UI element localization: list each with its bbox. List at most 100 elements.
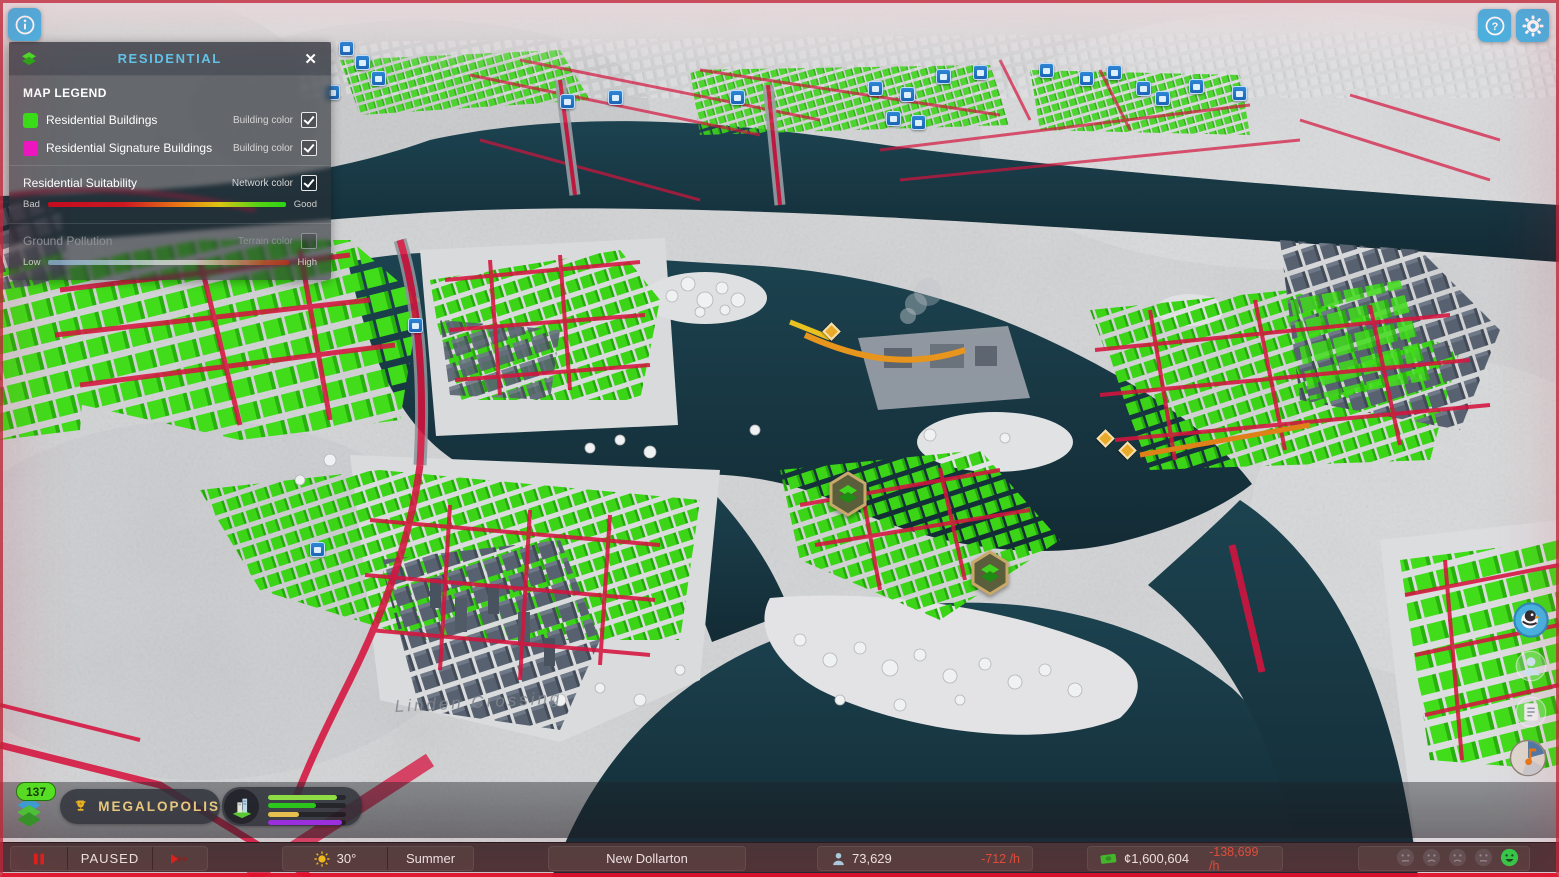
milestone-name-label: MEGALOPOLIS — [98, 799, 220, 814]
play-speed-icon — [171, 853, 188, 864]
happiness-face — [1422, 848, 1441, 870]
money-icon — [1100, 853, 1117, 864]
population-value: 73,629 — [852, 851, 892, 866]
suitability-gradient-bar — [47, 202, 286, 207]
help-button[interactable]: ? — [1478, 9, 1511, 42]
infoview-legend-panel: RESIDENTIAL ✕ MAP LEGEND Residential Bui… — [9, 42, 331, 280]
building-notification-icon[interactable] — [868, 81, 883, 96]
chirper-icon — [1513, 602, 1549, 638]
weather-widget[interactable]: 30° Summer — [282, 846, 474, 871]
city-name-widget[interactable]: New Dollarton — [548, 846, 746, 871]
journal-icon — [1515, 696, 1547, 728]
building-notification-icon[interactable] — [310, 542, 325, 557]
money-trend: -138,699 /h — [1209, 846, 1259, 871]
building-notification-icon[interactable] — [973, 65, 988, 80]
happiness-face-active — [1500, 848, 1519, 870]
pause-button[interactable] — [11, 847, 67, 870]
status-bar: PAUSED 30° Summer New Dollarton 73,629 -… — [0, 842, 1559, 872]
building-notification-icon[interactable] — [371, 71, 386, 86]
pollution-scale: Low High — [9, 255, 331, 280]
legend-row-label: Residential Buildings — [46, 113, 158, 127]
building-notification-icon[interactable] — [936, 69, 951, 84]
city-milestone-title[interactable]: MEGALOPOLIS — [60, 789, 220, 824]
signature-buildings-checkbox[interactable] — [301, 140, 317, 156]
population-widget[interactable]: 73,629 -712 /h — [817, 846, 1033, 871]
side-button-citizen-lifepath[interactable] — [1515, 650, 1547, 682]
demand-bar-0 — [268, 794, 346, 800]
citizen-lifepath-icon — [1515, 650, 1547, 682]
scale-min-label: Low — [23, 257, 41, 268]
city-name: New Dollarton — [606, 851, 688, 866]
svg-text:?: ? — [1491, 21, 1498, 33]
residential-swatch — [23, 112, 38, 128]
legend-row-type: Network color — [231, 177, 293, 189]
close-button[interactable]: ✕ — [300, 48, 321, 70]
legend-row-type: Terrain color — [237, 235, 293, 247]
building-notification-icon[interactable] — [1039, 63, 1054, 78]
sim-speed-button[interactable] — [153, 847, 207, 870]
info-view-button[interactable] — [8, 8, 41, 41]
scale-min-label: Bad — [23, 199, 40, 210]
building-notification-icon[interactable] — [1155, 91, 1170, 106]
population-cell: 73,629 — [818, 847, 902, 870]
zoning-demand-widget[interactable] — [222, 787, 362, 826]
sun-icon — [314, 851, 330, 866]
main-toolbar: 137 MEGALOPOLIS ¢ — [0, 782, 1559, 838]
money-widget[interactable]: ¢1,600,604 -138,699 /h — [1087, 846, 1283, 871]
building-notification-icon[interactable] — [339, 41, 354, 56]
temperature-value: 30° — [336, 851, 357, 866]
signature-building-badge[interactable] — [970, 550, 1010, 601]
building-notification-icon[interactable] — [560, 94, 575, 109]
season-label: Summer — [405, 851, 456, 866]
signature-building-badge[interactable] — [828, 471, 868, 522]
money-cell: ¢1,600,604 — [1088, 847, 1199, 870]
demand-bar-3 — [268, 820, 346, 825]
help-icon: ? — [1485, 16, 1504, 35]
happiness-face — [1396, 848, 1415, 870]
suitability-checkbox[interactable] — [301, 175, 317, 191]
side-button-journal[interactable] — [1515, 696, 1547, 728]
milestone-level-badge: 137 — [16, 782, 56, 801]
happiness-widget[interactable] — [1358, 846, 1530, 871]
building-notification-icon[interactable] — [730, 90, 745, 105]
game-screen: Linden Crossing ? RESIDENTIAL ✕ MAP LEGE… — [0, 0, 1559, 877]
demand-buildings-icon — [224, 789, 259, 824]
legend-row-suitability: Residential Suitability Network color — [9, 169, 331, 197]
panel-title: RESIDENTIAL — [117, 51, 222, 66]
building-notification-icon[interactable] — [1079, 71, 1094, 86]
legend-row-signature: Residential Signature Buildings Building… — [9, 134, 331, 162]
building-notification-icon[interactable] — [911, 115, 926, 130]
trophy-icon — [75, 800, 86, 811]
info-circle-icon — [15, 15, 34, 34]
building-notification-icon[interactable] — [1232, 86, 1247, 101]
demand-bar-1 — [268, 803, 346, 808]
happiness-face — [1474, 848, 1493, 870]
legend-row-residential: Residential Buildings Building color — [9, 106, 331, 134]
side-button-chirper[interactable] — [1513, 602, 1549, 638]
scale-max-label: Good — [293, 199, 317, 210]
population-trend: -712 /h — [981, 851, 1020, 866]
building-notification-icon[interactable] — [355, 55, 370, 70]
building-notification-icon[interactable] — [900, 87, 915, 102]
simulation-controls: PAUSED — [10, 846, 208, 871]
citizen-icon — [833, 852, 844, 865]
pollution-gradient-bar — [48, 260, 290, 265]
demand-bar-2 — [268, 811, 346, 817]
scale-max-label: High — [297, 257, 317, 268]
building-notification-icon[interactable] — [1136, 81, 1151, 96]
residential-buildings-checkbox[interactable] — [301, 112, 317, 128]
signature-swatch — [23, 140, 38, 156]
suitability-scale: Bad Good — [9, 197, 331, 220]
pollution-checkbox[interactable] — [301, 233, 317, 249]
building-notification-icon[interactable] — [608, 90, 623, 105]
legend-row-pollution: Ground Pollution Terrain color — [9, 227, 331, 255]
building-notification-icon[interactable] — [408, 318, 423, 333]
pause-icon — [34, 853, 44, 864]
happiness-face — [1448, 848, 1467, 870]
building-notification-icon[interactable] — [1107, 65, 1122, 80]
panel-header: RESIDENTIAL ✕ — [9, 42, 331, 76]
building-notification-icon[interactable] — [1189, 79, 1204, 94]
side-button-radio[interactable] — [1509, 739, 1547, 777]
building-notification-icon[interactable] — [886, 111, 901, 126]
settings-button[interactable] — [1516, 9, 1549, 42]
